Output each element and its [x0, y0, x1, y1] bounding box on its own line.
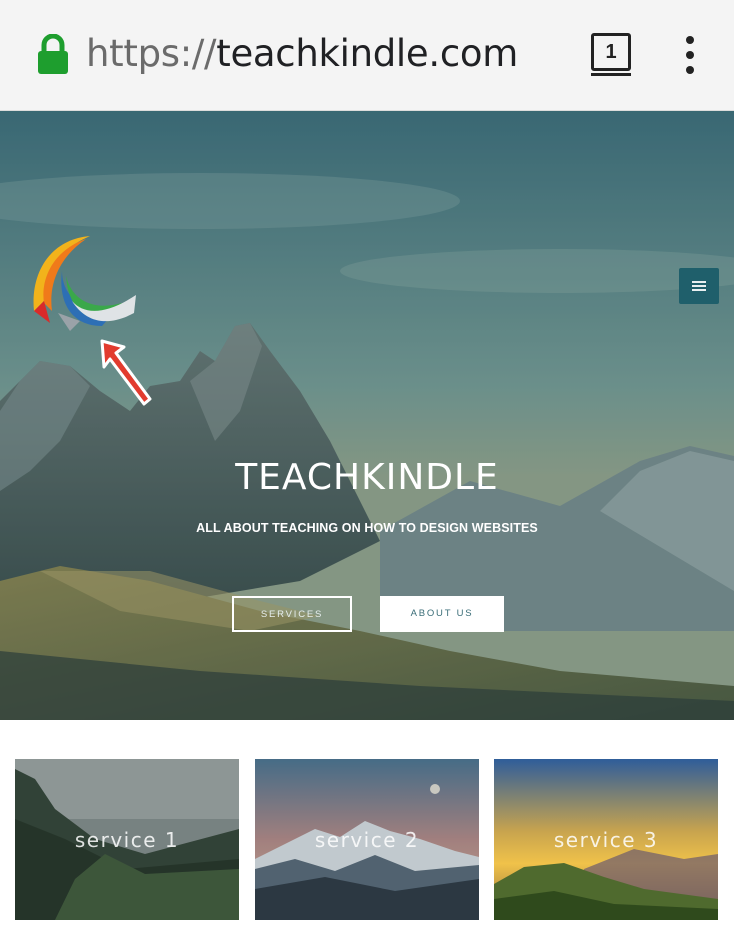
url-host: teachkindle.com [216, 32, 518, 75]
hero-section: TEACHKINDLE ALL ABOUT TEACHING ON HOW TO… [0, 111, 734, 720]
service-card-3[interactable]: service 3 [494, 759, 718, 920]
more-vert-icon[interactable] [682, 36, 698, 76]
services-button[interactable]: SERVICES [232, 596, 352, 632]
hamburger-menu-icon[interactable] [679, 268, 719, 304]
address-bar[interactable]: https://teachkindle.com [86, 30, 518, 78]
tab-count: 1 [591, 33, 631, 71]
lock-icon [38, 34, 68, 74]
annotation-arrow-icon [100, 339, 152, 406]
service-card-label: service 1 [74, 828, 180, 852]
url-scheme: https:// [86, 32, 217, 75]
site-tagline: ALL ABOUT TEACHING ON HOW TO DESIGN WEBS… [196, 521, 538, 535]
browser-toolbar: https://teachkindle.com 1 [0, 0, 734, 111]
about-us-button[interactable]: ABOUT US [380, 596, 504, 632]
site-title: TEACHKINDLE [235, 457, 499, 498]
site-logo[interactable] [22, 231, 142, 341]
mountain-background [0, 111, 734, 720]
service-card-label: service 3 [553, 828, 659, 852]
tab-stack-line [591, 73, 631, 76]
service-card-1[interactable]: service 1 [15, 759, 239, 920]
tab-switcher-button[interactable]: 1 [589, 31, 633, 76]
service-card-2[interactable]: service 2 [255, 759, 479, 920]
service-card-label: service 2 [314, 828, 420, 852]
